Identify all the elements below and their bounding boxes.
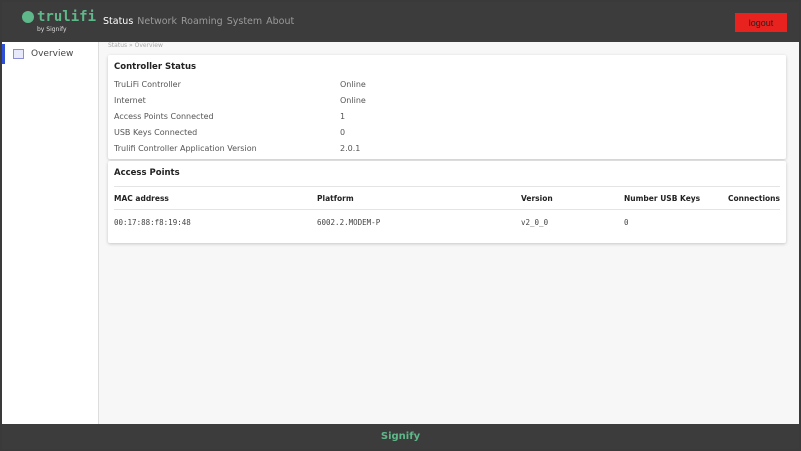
sidebar-item-label: Overview xyxy=(31,49,74,59)
signify-logo: Signify xyxy=(380,431,421,442)
brand-by: by Signify xyxy=(37,26,67,33)
status-label: Internet xyxy=(114,95,146,105)
nav-network[interactable]: Network xyxy=(137,16,177,27)
col-mac: MAC address xyxy=(114,193,169,203)
cell-mac: 00:17:88:f8:19:48 xyxy=(114,218,191,227)
cell-platform: 6002.2.MODEM-P xyxy=(317,218,381,227)
status-row: Access Points Connected 1 xyxy=(108,108,786,124)
status-value: 0 xyxy=(340,127,346,137)
status-value: 2.0.1 xyxy=(340,143,361,153)
status-row: TruLiFi Controller Online xyxy=(108,76,786,92)
status-value: Online xyxy=(340,95,366,105)
col-connections: Connections xyxy=(728,193,780,203)
status-value: 1 xyxy=(340,111,346,121)
nav-about[interactable]: About xyxy=(266,16,294,27)
status-value: Online xyxy=(340,79,366,89)
breadcrumb: Status » Overview xyxy=(108,42,163,49)
logout-button[interactable]: logout xyxy=(735,13,787,32)
table-row[interactable]: 00:17:88:f8:19:48 6002.2.MODEM-P v2_0_0 … xyxy=(108,210,786,235)
cell-version: v2_0_0 xyxy=(521,218,549,227)
overview-icon xyxy=(13,49,24,59)
brand-name: trulifi xyxy=(37,9,97,25)
footer: Signify xyxy=(2,424,799,449)
sidebar-item-overview[interactable]: Overview xyxy=(2,44,98,64)
col-usb-keys: Number USB Keys xyxy=(624,193,701,203)
col-version: Version xyxy=(521,193,553,203)
cell-usb-keys: 0 xyxy=(624,218,629,227)
status-row: USB Keys Connected 0 xyxy=(108,124,786,140)
status-row: Trulifi Controller Application Version 2.… xyxy=(108,140,786,156)
status-label: Access Points Connected xyxy=(114,111,214,121)
status-row: Internet Online xyxy=(108,92,786,108)
status-label: Trulifi Controller Application Version xyxy=(114,143,257,153)
card-title: Controller Status xyxy=(114,62,197,72)
nav-system[interactable]: System xyxy=(227,16,262,27)
status-label: USB Keys Connected xyxy=(114,127,198,137)
top-bar: trulifi by Signify Status Network Roamin… xyxy=(2,2,799,42)
access-points-card: Access Points MAC address Platform Versi… xyxy=(108,161,786,243)
card-title: Access Points xyxy=(114,168,180,178)
nav-status[interactable]: Status xyxy=(103,16,133,27)
table-header: MAC address Platform Version Number USB … xyxy=(114,186,780,210)
trulifi-logo: trulifi by Signify xyxy=(22,9,96,33)
nav-roaming[interactable]: Roaming xyxy=(181,16,223,27)
col-platform: Platform xyxy=(317,193,354,203)
logo-icon xyxy=(22,11,34,23)
status-label: TruLiFi Controller xyxy=(114,79,181,89)
main-nav: Status Network Roaming System About xyxy=(103,16,294,27)
controller-status-card: Controller Status TruLiFi Controller Onli… xyxy=(108,55,786,159)
sidebar: Overview xyxy=(2,42,99,424)
